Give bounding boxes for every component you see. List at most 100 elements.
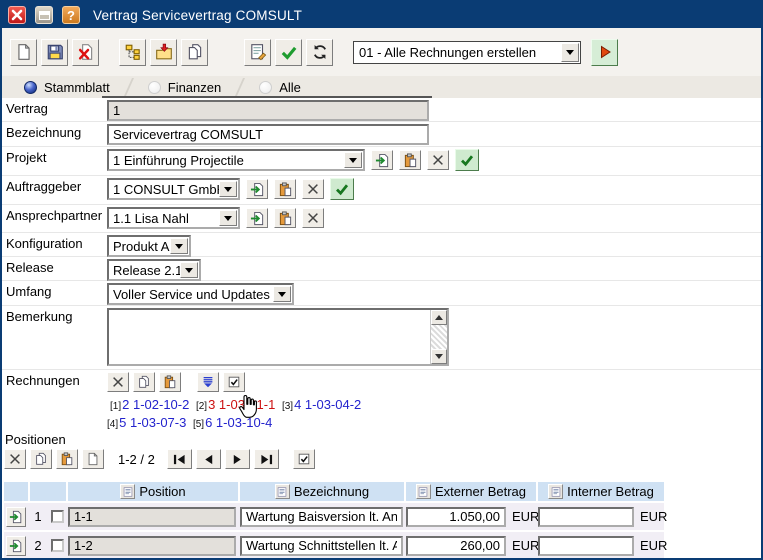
auftraggeber-select[interactable]: 1 CONSULT GmbH xyxy=(107,178,240,200)
form-button[interactable] xyxy=(244,39,271,66)
auftraggeber-jump-button[interactable] xyxy=(246,179,268,199)
confirm-button[interactable] xyxy=(275,39,302,66)
header-extern: Externer Betrag xyxy=(406,482,538,501)
bemerkung-scrollbar[interactable] xyxy=(430,310,447,364)
position-input[interactable] xyxy=(68,507,236,527)
rechnungen-copy-button[interactable] xyxy=(133,372,155,392)
rechnung-link[interactable]: 4 1-03-04-2 xyxy=(294,397,361,412)
rechnungen-paste-button[interactable] xyxy=(159,372,181,392)
rechnung-link[interactable]: 6 1-03-10-4 xyxy=(205,415,272,430)
rechnung-link[interactable]: 2 1-02-10-2 xyxy=(122,397,189,412)
action-dropdown[interactable]: 01 - Alle Rechnungen erstellen xyxy=(353,41,581,64)
bezeichnung-input[interactable] xyxy=(107,124,429,145)
header-bezeichnung-label: Bezeichnung xyxy=(294,484,369,499)
import-button[interactable] xyxy=(150,39,177,66)
chevron-down-icon[interactable] xyxy=(219,210,237,226)
positionen-delete-button[interactable] xyxy=(4,449,26,469)
chevron-down-icon[interactable] xyxy=(561,43,579,62)
new-document-button[interactable] xyxy=(10,39,37,66)
auftraggeber-ok-button[interactable] xyxy=(330,178,354,200)
umfang-select[interactable]: Voller Service und Updates xyxy=(107,283,294,305)
projekt-paste-button[interactable] xyxy=(399,150,421,170)
tree-button[interactable] xyxy=(119,39,146,66)
bemerkung-label: Bemerkung xyxy=(2,308,107,324)
save-button[interactable] xyxy=(41,39,68,66)
pager-next-button[interactable] xyxy=(225,449,250,469)
projekt-clear-button[interactable] xyxy=(427,150,449,170)
positionen-select-all-button[interactable] xyxy=(293,449,315,469)
konfiguration-select[interactable]: Produkt A xyxy=(107,235,191,257)
app-window: ? Vertrag Servicevertrag COMSULT xyxy=(0,0,763,560)
bezeichnung-input[interactable] xyxy=(240,536,403,556)
chevron-down-icon[interactable] xyxy=(273,286,291,302)
interner-betrag-input[interactable] xyxy=(538,536,634,556)
tab-finanzen[interactable]: Finanzen xyxy=(138,76,231,98)
umfang-label: Umfang xyxy=(2,283,107,299)
refresh-button[interactable] xyxy=(306,39,333,66)
chevron-down-icon[interactable] xyxy=(170,238,188,254)
window-icon[interactable] xyxy=(35,6,53,24)
delete-button[interactable] xyxy=(72,39,99,66)
projekt-select-value: 1 Einführung Projectile xyxy=(109,153,344,168)
projekt-ok-button[interactable] xyxy=(455,149,479,171)
tab-alle[interactable]: Alle xyxy=(249,76,311,98)
chevron-down-icon[interactable] xyxy=(344,152,362,168)
externer-betrag-input[interactable] xyxy=(406,507,506,527)
interner-betrag-input[interactable] xyxy=(538,507,634,527)
copy-button[interactable] xyxy=(181,39,208,66)
pager-last-button[interactable] xyxy=(254,449,279,469)
row-checkbox[interactable] xyxy=(51,539,64,552)
positionen-paste-button[interactable] xyxy=(56,449,78,469)
column-menu-icon[interactable] xyxy=(416,484,431,499)
row-number: 2 xyxy=(30,538,46,553)
close-icon[interactable] xyxy=(8,6,26,24)
run-button[interactable] xyxy=(591,39,618,66)
rechnungen-delete-button[interactable] xyxy=(107,372,129,392)
rechnung-link[interactable]: 5 1-03-07-3 xyxy=(119,415,186,430)
positionen-new-button[interactable] xyxy=(82,449,104,469)
row-jump-button[interactable] xyxy=(6,507,26,527)
position-input[interactable] xyxy=(68,536,236,556)
chevron-down-icon[interactable] xyxy=(219,181,237,197)
column-menu-icon[interactable] xyxy=(548,484,563,499)
refresh-icon xyxy=(311,43,329,61)
bemerkung-textarea[interactable] xyxy=(109,310,430,364)
currency-label: EUR xyxy=(508,509,538,524)
column-menu-icon[interactable] xyxy=(120,484,135,499)
vertrag-input[interactable] xyxy=(107,100,429,121)
header-bezeichnung: Bezeichnung xyxy=(240,482,406,501)
scrollbar-track[interactable] xyxy=(431,325,447,349)
rechnung-link[interactable]: 3 1-03-01-1 xyxy=(208,397,275,412)
tab-stammblatt[interactable]: Stammblatt xyxy=(14,76,120,98)
x-icon xyxy=(8,452,22,466)
pager-prev-button[interactable] xyxy=(196,449,221,469)
table-row: 1 EUR EUR xyxy=(4,503,664,530)
tree-icon xyxy=(124,43,142,61)
bezeichnung-input[interactable] xyxy=(240,507,403,527)
projekt-jump-button[interactable] xyxy=(371,150,393,170)
form-area: Vertrag Bezeichnung Projekt 1 Einführung… xyxy=(2,98,761,427)
column-menu-icon[interactable] xyxy=(275,484,290,499)
pager-first-button[interactable] xyxy=(167,449,192,469)
positionen-copy-button[interactable] xyxy=(30,449,52,469)
scroll-up-icon[interactable] xyxy=(431,310,447,325)
ansprechpartner-paste-button[interactable] xyxy=(274,208,296,228)
row-jump-button[interactable] xyxy=(6,536,26,556)
auftraggeber-paste-button[interactable] xyxy=(274,179,296,199)
rechnungen-sort-button[interactable] xyxy=(197,372,219,392)
auftraggeber-clear-button[interactable] xyxy=(302,179,324,199)
help-icon[interactable]: ? xyxy=(62,6,80,24)
externer-betrag-input[interactable] xyxy=(406,536,506,556)
folder-import-icon xyxy=(155,43,173,61)
chevron-down-icon[interactable] xyxy=(180,262,198,278)
release-select[interactable]: Release 2.1 xyxy=(107,259,201,281)
rechnungen-select-all-button[interactable] xyxy=(223,372,245,392)
projekt-select[interactable]: 1 Einführung Projectile xyxy=(107,149,365,171)
ansprechpartner-jump-button[interactable] xyxy=(246,208,268,228)
scroll-down-icon[interactable] xyxy=(431,349,447,364)
ansprechpartner-clear-button[interactable] xyxy=(302,208,324,228)
ansprechpartner-select[interactable]: 1.1 Lisa Nahl xyxy=(107,207,240,229)
last-icon xyxy=(259,453,274,466)
row-checkbox[interactable] xyxy=(51,510,64,523)
link-index: [3] xyxy=(282,401,293,412)
